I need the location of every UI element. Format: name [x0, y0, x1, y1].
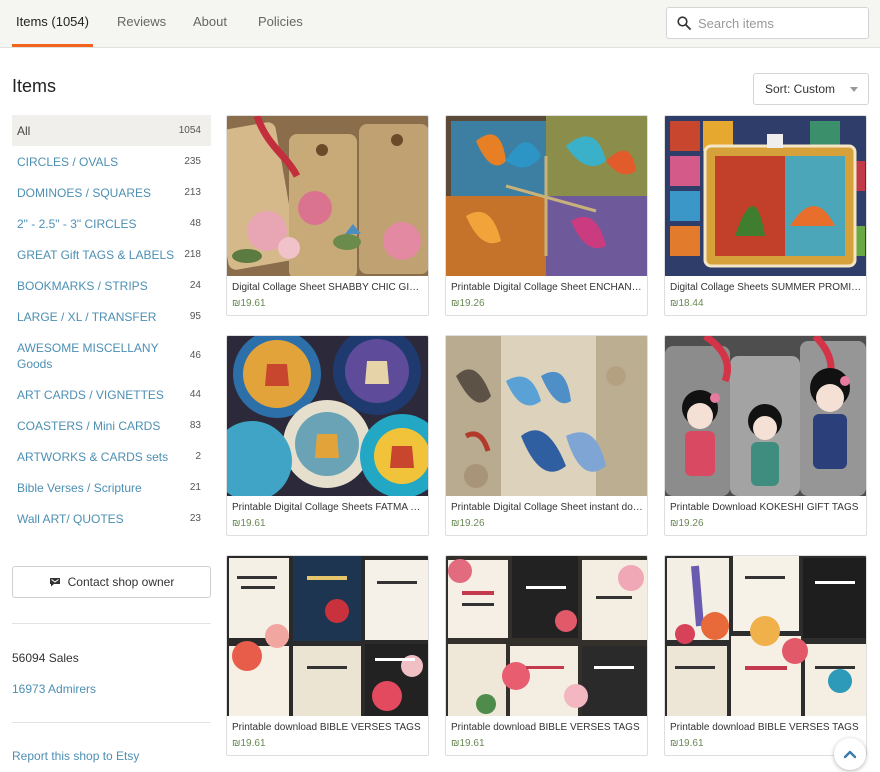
section-count: 21 [189, 482, 201, 493]
listing-title[interactable]: Printable Digital Collage Sheet instant … [451, 502, 643, 513]
listing-price: ₪19.61 [232, 298, 266, 309]
listing-card[interactable]: Printable download BIBLE VERSES TAGS ₪19… [664, 555, 867, 756]
listing-title[interactable]: Digital Collage Sheet SHABBY CHIC GIFT T… [232, 282, 424, 293]
section-item-large-xl[interactable]: LARGE / XL / TRANSFER 95 [12, 301, 211, 332]
listing-card[interactable]: Printable Digital Collage Sheet ENCHANTE… [445, 115, 648, 316]
section-item-wall-art[interactable]: Wall ART/ QUOTES 23 [12, 503, 211, 534]
section-item-gift-tags[interactable]: GREAT Gift TAGS & LABELS 218 [12, 239, 211, 270]
listing-price: ₪19.61 [232, 738, 266, 749]
listing-title[interactable]: Printable Digital Collage Sheet ENCHANTE… [451, 282, 643, 293]
divider [12, 722, 211, 723]
sort-select[interactable]: Sort: Custom [753, 73, 869, 105]
listing-image [665, 336, 866, 496]
admirers-link[interactable]: 16973 Admirers [12, 682, 96, 696]
contact-label: Contact shop owner [67, 575, 175, 589]
listing-price: ₪18.44 [670, 298, 704, 309]
report-shop-link[interactable]: Report this shop to Etsy [12, 749, 139, 763]
section-item-miscellany[interactable]: AWESOME MISCELLANY Goods 46 [12, 332, 211, 379]
section-count: 1054 [178, 125, 201, 136]
section-label: BOOKMARKS / STRIPS [17, 278, 148, 293]
section-label: COASTERS / Mini CARDS [17, 418, 161, 433]
section-count: 44 [189, 389, 201, 400]
section-count: 46 [189, 350, 201, 361]
listing-card[interactable]: Printable download BIBLE VERSES TAGS ₪19… [226, 555, 429, 756]
listing-image [665, 556, 866, 716]
section-count: 2 [195, 451, 201, 462]
listing-title[interactable]: Printable download BIBLE VERSES TAGS [670, 722, 862, 733]
shop-nav-bar: Items (1054) Reviews About Policies [0, 0, 880, 48]
listing-image [446, 556, 647, 716]
section-label: ARTWORKS & CARDS sets [17, 449, 169, 464]
section-item-bookmarks[interactable]: BOOKMARKS / STRIPS 24 [12, 270, 211, 301]
section-label: Bible Verses / Scripture [17, 480, 142, 495]
listing-card[interactable]: Printable Digital Collage Sheets FATMA H… [226, 335, 429, 536]
tab-reviews[interactable]: Reviews [117, 0, 166, 46]
page-title: Items [12, 76, 57, 96]
listing-card[interactable]: Digital Collage Sheets SUMMER PROMISES ₪… [664, 115, 867, 316]
section-item-circles-sizes[interactable]: 2" - 2.5" - 3" CIRCLES 48 [12, 208, 211, 239]
listing-image [227, 556, 428, 716]
contact-shop-owner-button[interactable]: Contact shop owner [12, 566, 211, 598]
listing-title[interactable]: Printable Download KOKESHI GIFT TAGS [670, 502, 862, 513]
sales-count: 56094 Sales [12, 651, 79, 665]
section-item-artworks[interactable]: ARTWORKS & CARDS sets 2 [12, 441, 211, 472]
section-item-all[interactable]: All 1054 [12, 115, 211, 146]
section-count: 24 [189, 280, 201, 291]
section-count: 95 [189, 311, 201, 322]
listing-image [446, 116, 647, 276]
listing-card[interactable]: Digital Collage Sheet SHABBY CHIC GIFT T… [226, 115, 429, 316]
listing-price: ₪19.61 [451, 738, 485, 749]
section-item-coasters[interactable]: COASTERS / Mini CARDS 83 [12, 410, 211, 441]
section-item-dominoes-squares[interactable]: DOMINOES / SQUARES 213 [12, 177, 211, 208]
listing-image [227, 336, 428, 496]
section-count: 235 [184, 156, 201, 167]
chevron-down-icon [850, 87, 858, 92]
scroll-to-top-button[interactable] [834, 738, 866, 770]
sections-sidebar: All 1054 CIRCLES / OVALS 235 DOMINOES / … [12, 115, 211, 534]
listing-title[interactable]: Printable download BIBLE VERSES TAGS [451, 722, 643, 733]
listing-price: ₪19.61 [670, 738, 704, 749]
section-item-bible-verses[interactable]: Bible Verses / Scripture 21 [12, 472, 211, 503]
listing-price: ₪19.61 [232, 518, 266, 529]
listing-image [446, 336, 647, 496]
listing-price: ₪19.26 [451, 518, 485, 529]
search-icon[interactable] [677, 16, 691, 30]
section-count: 213 [184, 187, 201, 198]
sort-label: Sort: Custom [765, 82, 836, 96]
chevron-up-icon [843, 750, 857, 759]
section-count: 23 [189, 513, 201, 524]
section-label: Wall ART/ QUOTES [17, 511, 124, 526]
section-label: All [17, 123, 31, 138]
section-count: 218 [184, 249, 201, 260]
section-count: 83 [189, 420, 201, 431]
section-label: LARGE / XL / TRANSFER [17, 309, 157, 324]
section-label: CIRCLES / OVALS [17, 154, 119, 169]
divider [12, 623, 211, 624]
section-label: ART CARDS / VIGNETTES [17, 387, 164, 402]
listing-image [665, 116, 866, 276]
listing-title[interactable]: Printable Digital Collage Sheets FATMA H… [232, 502, 424, 513]
tab-items[interactable]: Items (1054) [12, 0, 93, 47]
section-label: AWESOME MISCELLANY Goods [17, 340, 159, 371]
listing-title[interactable]: Digital Collage Sheets SUMMER PROMISES [670, 282, 862, 293]
section-item-circles-ovals[interactable]: CIRCLES / OVALS 235 [12, 146, 211, 177]
listing-price: ₪19.26 [451, 298, 485, 309]
listing-title[interactable]: Printable download BIBLE VERSES TAGS [232, 722, 424, 733]
search-box [666, 7, 869, 39]
listing-image [227, 116, 428, 276]
search-input[interactable] [698, 8, 863, 38]
listing-card[interactable]: Printable Download KOKESHI GIFT TAGS ₪19… [664, 335, 867, 536]
listing-card[interactable]: Printable Digital Collage Sheet instant … [445, 335, 648, 536]
message-icon [49, 578, 60, 587]
tab-about[interactable]: About [193, 0, 227, 46]
section-label: 2" - 2.5" - 3" CIRCLES [17, 216, 137, 231]
section-label: DOMINOES / SQUARES [17, 185, 152, 200]
section-label: GREAT Gift TAGS & LABELS [17, 247, 175, 262]
listing-card[interactable]: Printable download BIBLE VERSES TAGS ₪19… [445, 555, 648, 756]
tab-policies[interactable]: Policies [258, 0, 303, 46]
section-item-art-cards[interactable]: ART CARDS / VIGNETTES 44 [12, 379, 211, 410]
section-count: 48 [189, 218, 201, 229]
listing-price: ₪19.26 [670, 518, 704, 529]
